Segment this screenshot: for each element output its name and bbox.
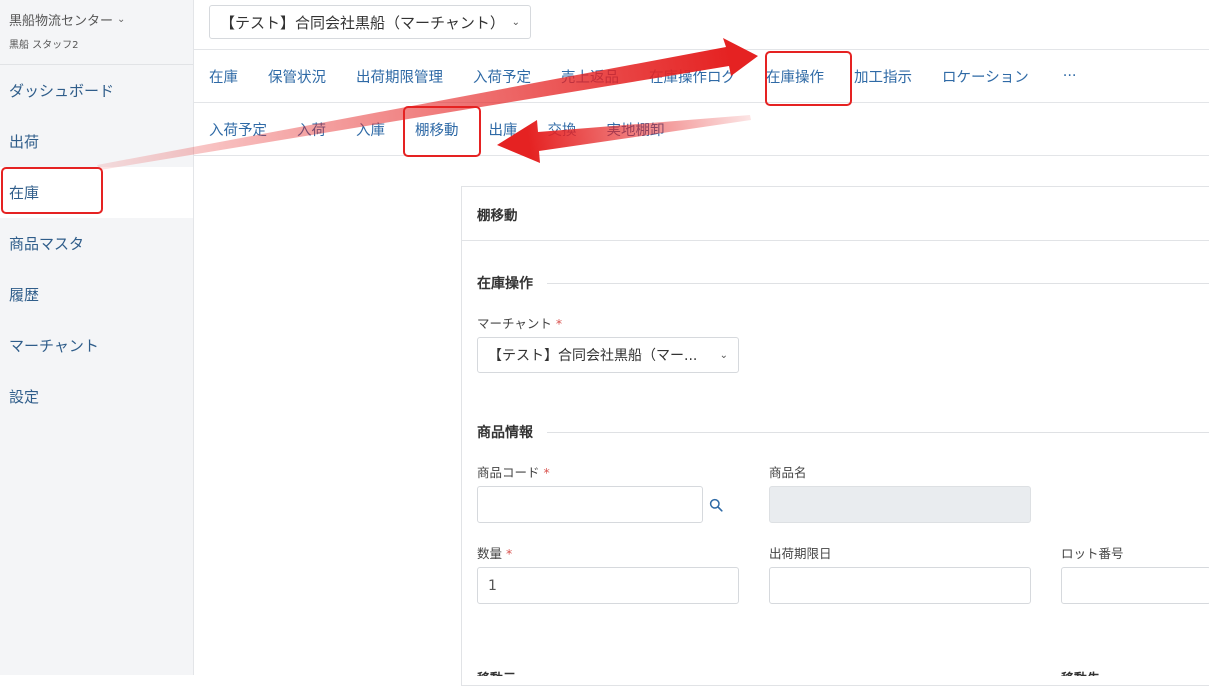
tab-processing-instructions[interactable]: 加工指示 [854,66,912,87]
section-title: 商品情報 [477,425,533,441]
merchant-select[interactable]: 【テスト】合同会社黒船（マーチャント） ⌄ [209,5,531,39]
subtab-stock-in[interactable]: 入庫 [356,119,385,140]
merchant-label-text: マーチャント [477,316,552,331]
chevron-down-icon: ⌄ [719,349,728,361]
sidebar-nav: ダッシュボード 出荷 在庫 商品マスタ 履歴 マーチャント 設定 [0,65,193,422]
tab-storage-status[interactable]: 保管状況 [268,66,326,87]
section-divider [547,431,1209,433]
sidebar-item-dashboard[interactable]: ダッシュボード [0,65,193,116]
sidebar-item-settings[interactable]: 設定 [0,371,193,422]
tab-sales-returns[interactable]: 売上返品 [561,66,619,87]
tab-inventory[interactable]: 在庫 [209,66,238,87]
org-switcher[interactable]: 黒船物流センター ⌄ 黒船 スタッフ2 [9,10,125,51]
section-stock-operation: 在庫操作 [477,273,1209,293]
section-title: 在庫操作 [477,276,533,292]
required-mark: * [543,465,550,480]
required-mark: * [555,316,563,331]
chevron-down-icon[interactable]: ⌄ [117,14,125,25]
user-name: 黒船 スタッフ2 [9,40,79,51]
subtab-exchange[interactable]: 交換 [548,119,577,140]
subtab-stock-out[interactable]: 出庫 [489,119,518,140]
lot-number-input[interactable] [1061,567,1209,604]
highlight-sidebar-inventory [1,167,103,214]
sidebar-item-merchant[interactable]: マーチャント [0,320,193,371]
card-title: 棚移動 [462,187,1209,241]
chevron-down-icon: ⌄ [511,16,520,28]
product-code-input[interactable] [477,486,703,523]
merchant-label: マーチャント * [477,313,562,332]
merchant-dropdown[interactable]: 【テスト】合同会社黒船（マー... ⌄ [477,337,739,373]
sidebar-item-label: 商品マスタ [9,235,85,253]
sidebar-item-label: マーチャント [9,337,99,355]
sidebar-item-history[interactable]: 履歴 [0,269,193,320]
search-icon[interactable] [709,498,723,512]
sidebar-item-label: 出荷 [9,133,40,151]
quantity-label-text: 数量 [477,546,503,561]
subtab-arrival-schedule[interactable]: 入荷予定 [209,119,267,140]
divider [194,155,1209,156]
product-name-input [769,486,1031,523]
sidebar-item-shipping[interactable]: 出荷 [0,116,193,167]
highlight-subtab-shelf-move [403,106,481,157]
shelf-move-card: 棚移動 在庫操作 マーチャント * 【テスト】合同会社黒船（マー... ⌄ 商品情… [461,186,1209,686]
quantity-label: 数量 * [477,543,512,562]
sidebar-item-label: ダッシュボード [9,82,115,100]
section-product-info: 商品情報 [477,422,1209,442]
merchant-dropdown-value: 【テスト】合同会社黒船（マー... [488,348,698,364]
tab-location[interactable]: ロケーション [942,66,1029,87]
tab-arrival-schedule[interactable]: 入荷予定 [473,66,531,87]
section-divider [547,282,1209,284]
subtab-arrival[interactable]: 入荷 [297,119,326,140]
lot-number-label: ロット番号 [1061,546,1124,561]
product-code-label-text: 商品コード [477,465,540,480]
merchant-select-value: 【テスト】合同会社黒船（マーチャント） [220,13,505,32]
product-code-label: 商品コード * [477,462,550,481]
primary-tabs: 在庫 保管状況 出荷期限管理 入荷予定 売上返品 在庫操作ログ 在庫操作 加工指… [194,50,1077,102]
tab-stock-operation-log[interactable]: 在庫操作ログ [649,66,736,87]
sidebar-item-label: 設定 [9,388,40,406]
more-tabs-button[interactable]: ··· [1063,68,1077,84]
tab-expiry-management[interactable]: 出荷期限管理 [356,66,443,87]
required-mark: * [506,546,513,561]
sidebar-item-label: 履歴 [9,286,40,304]
org-name[interactable]: 黒船物流センター [9,10,113,29]
expiry-label: 出荷期限日 [769,546,832,561]
expiry-date-input[interactable] [769,567,1031,604]
product-name-label: 商品名 [769,465,807,480]
highlight-tab-stock-operation [765,51,852,106]
subtab-physical-inventory[interactable]: 実地棚卸 [607,119,665,140]
quantity-input[interactable]: 1 [477,567,739,604]
sidebar: 黒船物流センター ⌄ 黒船 スタッフ2 ダッシュボード 出荷 在庫 商品マスタ … [0,0,194,675]
sidebar-item-products[interactable]: 商品マスタ [0,218,193,269]
